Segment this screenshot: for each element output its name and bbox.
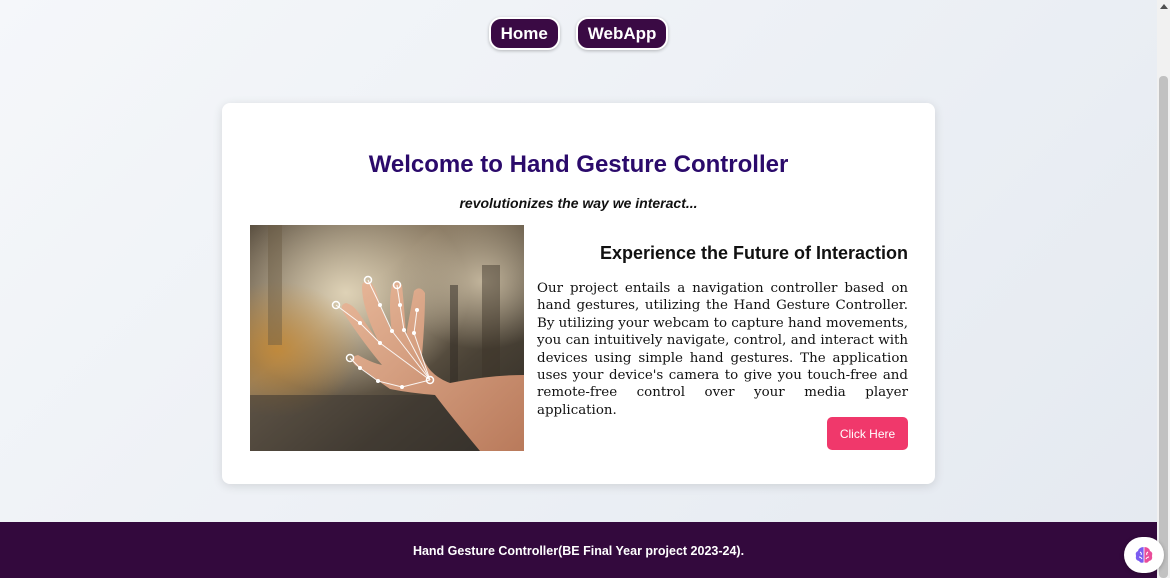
footer-text: Hand Gesture Controller(BE Final Year pr…	[412, 544, 745, 558]
brain-icon	[1135, 547, 1153, 563]
top-nav: Home WebApp	[0, 17, 1157, 50]
hand-gesture-image	[250, 225, 524, 451]
welcome-card: Welcome to Hand Gesture Controller revol…	[222, 103, 935, 484]
footer: Hand Gesture Controller(BE Final Year pr…	[0, 522, 1157, 578]
click-here-button[interactable]: Click Here	[827, 417, 908, 450]
scroll-thumb[interactable]	[1159, 76, 1168, 578]
scroll-up-arrow-icon[interactable]	[1160, 4, 1168, 9]
page: Home WebApp Welcome to Hand Gesture Cont…	[0, 0, 1157, 578]
tagline: revolutionizes the way we interact...	[459, 195, 698, 211]
page-title: Welcome to Hand Gesture Controller	[368, 151, 789, 178]
project-description: Our project entails a navigation control…	[537, 281, 909, 418]
intro-content: Experience the Future of Interaction Our…	[537, 243, 908, 419]
home-button[interactable]: Home	[488, 17, 560, 50]
webapp-button[interactable]: WebApp	[575, 17, 669, 50]
assistant-widget-button[interactable]	[1124, 537, 1164, 573]
vertical-scrollbar[interactable]	[1157, 0, 1170, 578]
section-heading: Experience the Future of Interaction	[599, 243, 908, 263]
